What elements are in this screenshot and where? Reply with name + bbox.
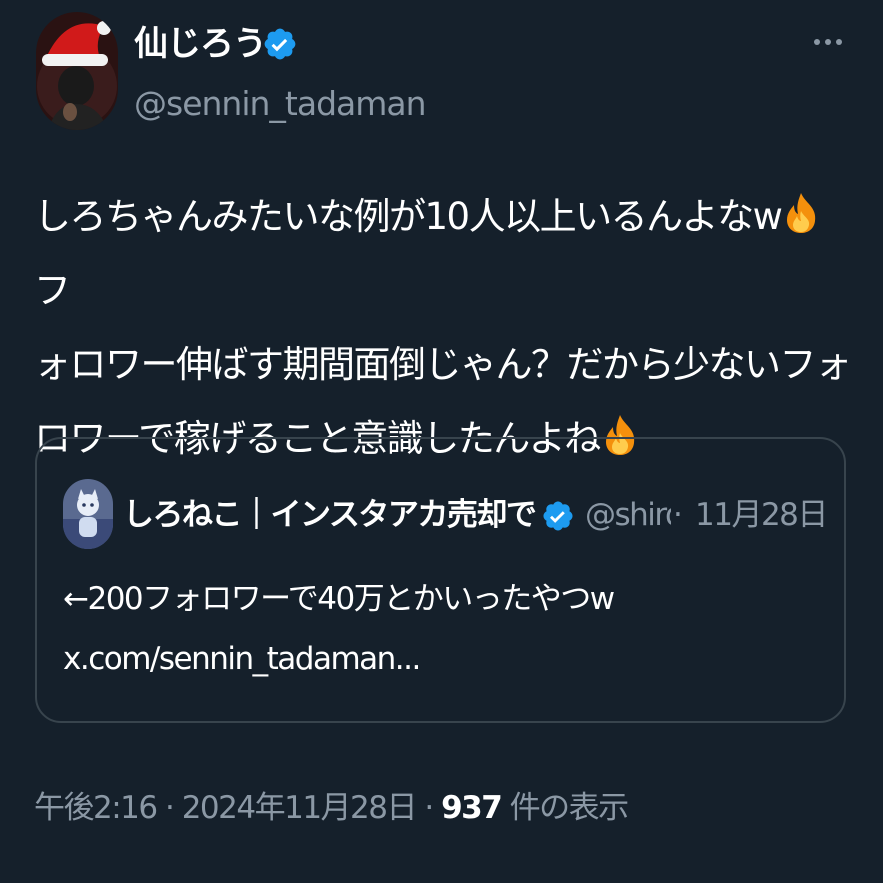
quoted-author-avatar[interactable] xyxy=(63,479,113,549)
verified-badge-icon xyxy=(264,28,296,60)
quoted-text-line: ←200フォロワーで40万とかいったやつw xyxy=(63,581,615,617)
author-avatar[interactable] xyxy=(36,12,118,130)
more-dots-icon xyxy=(814,39,842,45)
author-handle[interactable]: @sennin_tadaman xyxy=(134,82,427,126)
quoted-author-handle[interactable]: @shiro xyxy=(585,491,671,539)
tweet-card: 仙じろう @sennin_tadaman しろちゃんみたいな例が10人以上いるん… xyxy=(0,0,883,883)
meta-separator: · xyxy=(424,790,434,826)
quoted-header-separator: · xyxy=(673,497,683,533)
quoted-author-display-name[interactable]: しろねこ｜インスタアカ売却で xyxy=(123,491,541,539)
verified-badge-icon xyxy=(543,501,573,531)
author-display-name[interactable]: 仙じろう xyxy=(134,20,267,68)
fire-emoji-icon xyxy=(787,193,816,233)
quoted-link[interactable]: x.com/sennin_tadaman... xyxy=(63,629,823,689)
quoted-tweet-header: しろねこ｜インスタアカ売却で @shiro · 11月28日 xyxy=(123,491,833,541)
tweet-text-line: フ xyxy=(34,269,71,312)
tweet-text-line: ォロワー伸ばす期間面倒じゃん？だから少ないフォ xyxy=(34,343,852,386)
tweet-text: しろちゃんみたいな例が10人以上いるんよなw フォロワー伸ばす期間面倒じゃん？だか… xyxy=(34,180,854,476)
quoted-tweet-card[interactable]: しろねこ｜インスタアカ売却で @shiro · 11月28日 ←200フォロワー… xyxy=(35,437,846,723)
view-count-label: 件の表示 xyxy=(509,790,630,826)
tweet-metadata: 午後2:16 · 2024年11月28日 · 937 件の表示 xyxy=(34,784,630,832)
tweet-date[interactable]: 2024年11月28日 xyxy=(182,790,418,826)
tweet-text-line: しろちゃんみたいな例が10人以上いるんよなw xyxy=(34,195,783,238)
meta-separator: · xyxy=(164,790,175,826)
quoted-tweet-text: ←200フォロワーで40万とかいったやつw x.com/sennin_tadam… xyxy=(63,569,823,689)
view-count: 937 xyxy=(441,790,503,826)
more-options-button[interactable] xyxy=(806,24,850,60)
quoted-tweet-date[interactable]: 11月28日 xyxy=(695,491,828,539)
tweet-time[interactable]: 午後2:16 xyxy=(34,790,158,826)
